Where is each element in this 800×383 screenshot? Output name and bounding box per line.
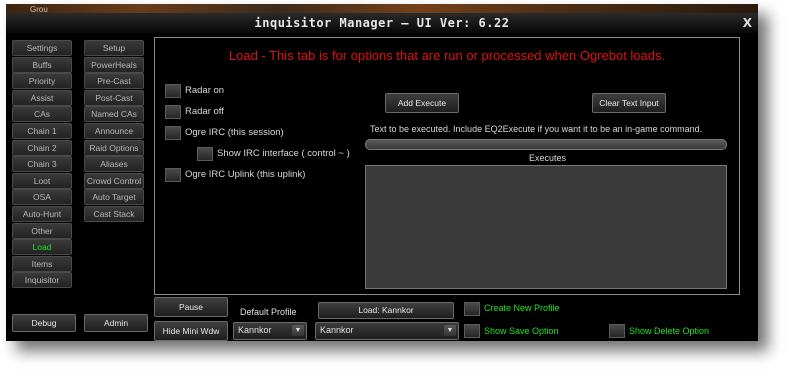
- nav-assist-button[interactable]: Assist: [12, 89, 72, 106]
- profile-select[interactable]: Kannkor ▼: [315, 322, 459, 340]
- irc-uplink-label: Ogre IRC Uplink (this uplink): [185, 169, 306, 180]
- manager-window: Grou inquisitor Manager — UI Ver: 6.22 X…: [6, 4, 758, 341]
- default-profile-select[interactable]: Kannkor ▼: [233, 322, 307, 340]
- executes-label: Executes: [529, 153, 567, 163]
- radar-off-label: Radar off: [185, 106, 224, 117]
- show-delete-label: Show Delete Option: [629, 326, 710, 336]
- panel-title: Load - This tab is for options that are …: [228, 48, 666, 63]
- nav-load-button[interactable]: Load: [12, 239, 72, 256]
- add-execute-button[interactable]: Add Execute: [385, 93, 459, 113]
- nav-chain-3-button[interactable]: Chain 3: [12, 156, 72, 173]
- hide-mini-window-button[interactable]: Hide Mini Wdw: [154, 321, 228, 341]
- nav-chain-2-button[interactable]: Chain 2: [12, 139, 72, 156]
- window-title: inquisitor Manager — UI Ver: 6.22: [254, 16, 510, 30]
- load-panel: Load - This tab is for options that are …: [154, 37, 740, 295]
- nav-auto-target-button[interactable]: Auto Target: [84, 189, 144, 206]
- nav-auto-hunt-button[interactable]: Auto-Hunt: [12, 206, 72, 222]
- profile-value: Kannkor: [320, 325, 354, 335]
- nav-announce-button[interactable]: Announce: [84, 123, 144, 139]
- execute-text-input[interactable]: [365, 139, 727, 150]
- nav-pre-cast-button[interactable]: Pre-Cast: [84, 73, 144, 90]
- show-save-label: Show Save Option: [484, 326, 559, 336]
- nav-items-button[interactable]: Items: [12, 255, 72, 272]
- nav-buffs-button[interactable]: Buffs: [12, 56, 72, 73]
- nav-other-button[interactable]: Other: [12, 222, 72, 239]
- irc-uplink-checkbox[interactable]: [165, 168, 181, 182]
- nav-post-cast-button[interactable]: Post-Cast: [84, 89, 144, 106]
- create-new-profile-label: Create New Profile: [484, 303, 560, 313]
- create-new-profile-checkbox[interactable]: [464, 302, 480, 316]
- ogre-irc-checkbox[interactable]: [165, 126, 181, 140]
- nav-aliases-button[interactable]: Aliases: [84, 156, 144, 173]
- load-profile-button[interactable]: Load: Kannkor: [318, 302, 454, 319]
- chevron-down-icon: ▼: [292, 325, 304, 336]
- clear-text-input-button[interactable]: Clear Text Input: [592, 93, 666, 113]
- title-bar[interactable]: inquisitor Manager — UI Ver: 6.22 X: [6, 13, 758, 33]
- show-irc-checkbox[interactable]: [197, 147, 213, 161]
- nav-powerheals-button[interactable]: PowerHeals: [84, 56, 144, 73]
- nav-priority-button[interactable]: Priority: [12, 73, 72, 90]
- nav-inquisitor-button[interactable]: Inquisitor: [12, 272, 72, 289]
- nav-raid-options-button[interactable]: Raid Options: [84, 139, 144, 156]
- execute-description: Text to be executed. Include EQ2Execute …: [370, 124, 703, 134]
- nav-loot-button[interactable]: Loot: [12, 172, 72, 189]
- show-irc-label: Show IRC interface ( control ~ ): [217, 148, 350, 159]
- chevron-down-icon: ▼: [444, 325, 456, 336]
- nav-named-cas-button[interactable]: Named CAs: [84, 106, 144, 123]
- nav-settings-button[interactable]: Settings: [12, 40, 72, 56]
- show-save-checkbox[interactable]: [464, 324, 480, 338]
- close-button[interactable]: X: [743, 16, 752, 30]
- nav-crowd-control-button[interactable]: Crowd Control: [84, 172, 144, 189]
- pause-button[interactable]: Pause: [154, 297, 228, 317]
- default-profile-value: Kannkor: [238, 325, 272, 335]
- debug-button[interactable]: Debug: [12, 314, 76, 332]
- radar-on-label: Radar on: [185, 85, 225, 96]
- executes-list[interactable]: [365, 165, 727, 289]
- admin-button[interactable]: Admin: [84, 314, 148, 332]
- default-profile-label: Default Profile: [240, 307, 297, 317]
- nav-setup-button[interactable]: Setup: [84, 40, 144, 56]
- nav-osa-button[interactable]: OSA: [12, 189, 72, 206]
- ogre-irc-label: Ogre IRC (this session): [185, 127, 284, 138]
- radar-on-checkbox[interactable]: [165, 84, 181, 98]
- nav-chain-1-button[interactable]: Chain 1: [12, 123, 72, 139]
- nav-cas-button[interactable]: CAs: [12, 106, 72, 123]
- show-delete-checkbox[interactable]: [609, 324, 625, 338]
- radar-off-checkbox[interactable]: [165, 105, 181, 119]
- nav-cast-stack-button[interactable]: Cast Stack: [84, 206, 144, 222]
